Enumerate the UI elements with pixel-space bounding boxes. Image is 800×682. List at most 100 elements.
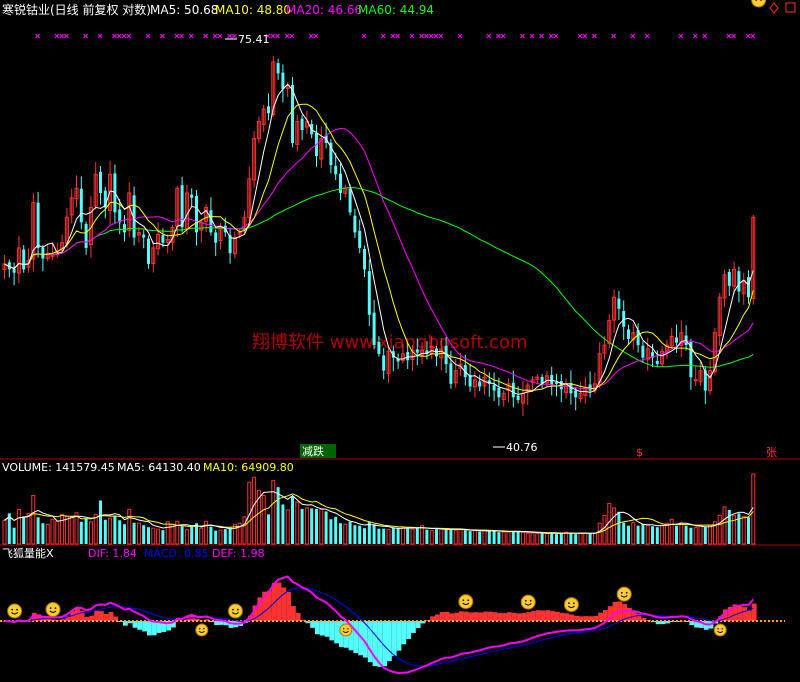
- candle-body-down: [281, 72, 285, 90]
- smiley-icon: [7, 603, 23, 619]
- volume-bar-down: [516, 531, 520, 544]
- candle-body-down: [497, 387, 501, 398]
- macd-bar-negative: [401, 621, 407, 645]
- macd-bar-positive: [598, 612, 603, 621]
- macd-bar-negative: [406, 621, 411, 640]
- ma20-label: MA20: 46.66: [286, 3, 362, 17]
- volume-bar-down: [190, 526, 194, 544]
- candle-body-down: [641, 345, 645, 358]
- stock-chart[interactable]: 翔博软件 www.xiangbosoft.com 寒锐钴业(日线 前复权 对数)…: [0, 0, 800, 682]
- macd-bar-positive: [99, 611, 104, 621]
- candle-body-down: [348, 188, 352, 213]
- candle-body-down: [449, 363, 453, 384]
- volume-bar-down: [689, 527, 693, 544]
- volume-bar-down: [300, 508, 304, 544]
- smiley-eye: [573, 602, 575, 605]
- macd-bar-positive: [286, 592, 291, 621]
- smiley-eye: [198, 628, 201, 630]
- volume-bar-down: [588, 533, 592, 544]
- volume-bar-down: [118, 520, 122, 544]
- macd-bar-positive: [103, 614, 109, 621]
- volume-bar-down: [372, 524, 376, 544]
- macd-bar-negative: [310, 621, 315, 628]
- smiley-eye: [524, 599, 527, 602]
- volume-bar-down: [444, 528, 448, 544]
- macd-bar-positive: [540, 610, 546, 621]
- macd-bar-positive: [276, 582, 282, 621]
- volume-bar-down: [550, 532, 554, 544]
- volume-ma10-label: MA10: 64909.80: [203, 461, 294, 474]
- candle-body-down: [161, 235, 165, 243]
- volume-bar-down: [636, 525, 640, 544]
- volume-bar-down: [22, 516, 26, 544]
- candle-body-down: [377, 341, 381, 354]
- signal-badge-text: 减跌: [302, 444, 324, 458]
- macd-bar-positive: [478, 612, 483, 621]
- smiley-face: [7, 603, 23, 619]
- volume-bar-down: [267, 514, 270, 544]
- candle-body-down: [353, 215, 357, 233]
- volume-bar-down: [348, 521, 352, 544]
- macd-bar-positive: [627, 608, 632, 621]
- candle-body-down: [276, 63, 280, 74]
- smiley-icon: [195, 623, 209, 637]
- volume-bar-down: [622, 522, 626, 544]
- volume-title: VOLUME: 141579.45: [2, 461, 115, 474]
- smiley-eye: [529, 599, 532, 602]
- volume-bar-down: [353, 525, 357, 544]
- macd-bar-negative: [137, 621, 143, 630]
- volume-bar-down: [492, 530, 496, 544]
- smiley-eye: [625, 591, 628, 594]
- volume-bar-down: [468, 531, 472, 544]
- candle-body-down: [147, 238, 150, 264]
- volume-bar-down: [315, 508, 318, 544]
- macd-bar-positive: [511, 612, 517, 621]
- candle-body-down: [339, 173, 342, 193]
- macd-bar-negative: [151, 621, 157, 636]
- macd-bar-negative: [391, 621, 397, 656]
- macd-bar-positive: [502, 613, 507, 621]
- candle-body-down: [195, 195, 198, 233]
- smiley-eye: [203, 628, 205, 630]
- volume-bar-down: [651, 526, 654, 544]
- macd-bar-negative: [329, 621, 335, 641]
- macd-value-label: MACD: 0.85: [144, 547, 209, 560]
- candle-body-down: [123, 224, 126, 233]
- volume-bar-down: [329, 519, 333, 544]
- ma5-label: MA5: 50.68: [150, 3, 218, 17]
- smiley-eye: [467, 599, 470, 602]
- macd-bar-positive: [497, 613, 503, 621]
- smiley-icon: [616, 586, 632, 602]
- macd-bar-positive: [94, 610, 99, 621]
- macd-bar-negative: [415, 621, 421, 628]
- candle-body-down: [737, 271, 741, 292]
- volume-bar-down: [617, 511, 621, 544]
- macd-bar-positive: [295, 613, 301, 621]
- candle-body-down: [435, 348, 438, 357]
- smiley-eye: [232, 608, 234, 611]
- macd-bar-positive: [449, 613, 455, 621]
- volume-bar-down: [382, 528, 386, 544]
- macd-bar-positive: [473, 612, 479, 621]
- macd-bar-positive: [463, 611, 469, 621]
- volume-bar-down: [142, 525, 146, 544]
- candle-body-down: [99, 171, 102, 193]
- high-price-annotation: 75.41: [238, 33, 270, 46]
- volume-bar-down: [555, 534, 558, 544]
- macd-title: 飞狐量能X: [2, 546, 54, 560]
- candle-body-down: [492, 384, 496, 391]
- volume-bar-down: [281, 504, 285, 544]
- macd-bar-positive: [487, 611, 493, 621]
- macd-bar-positive: [439, 612, 445, 621]
- macd-bar-positive: [291, 606, 296, 621]
- smiley-face: [227, 603, 243, 619]
- candle-body-down: [655, 360, 659, 365]
- volume-bar-down: [747, 517, 750, 544]
- volume-bar-down: [449, 529, 453, 544]
- macd-bar-positive: [492, 612, 498, 621]
- candle-body-down: [555, 382, 558, 384]
- smiley-face: [520, 594, 536, 610]
- ma10-label: MA10: 48.80: [215, 3, 291, 17]
- smiley-icon: [520, 594, 536, 610]
- macd-bar-negative: [387, 621, 392, 662]
